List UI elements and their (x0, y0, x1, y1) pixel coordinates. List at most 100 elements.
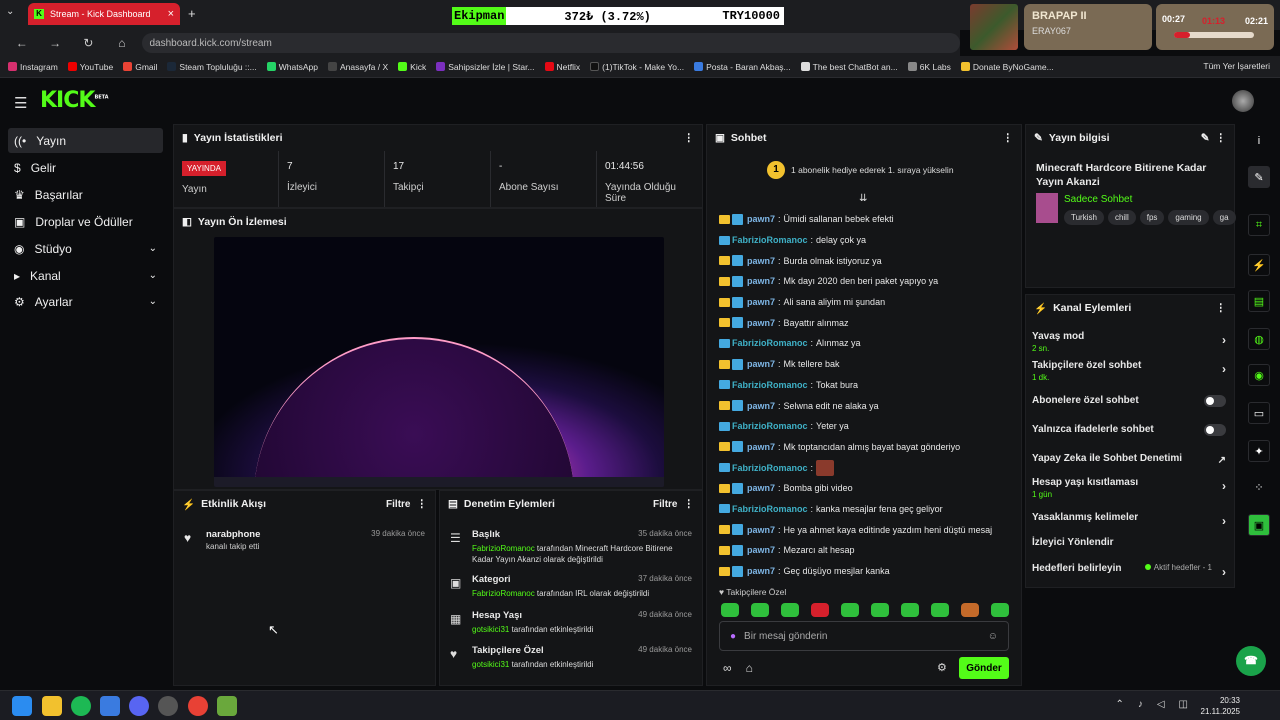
chat-settings-icon[interactable]: ⚙ (937, 661, 947, 674)
more-options-icon[interactable]: ⋮ (1003, 132, 1014, 144)
filter-button[interactable]: Filtre (653, 499, 677, 510)
obs-icon[interactable] (158, 696, 178, 716)
emote-icon[interactable] (781, 603, 799, 617)
more-options-icon[interactable]: ⋮ (684, 498, 695, 510)
more-options-icon[interactable]: ⋮ (684, 132, 695, 144)
bolt-icon[interactable]: ⚡ (1248, 254, 1270, 276)
sidebar-item-gelir[interactable]: $ Gelir (8, 155, 163, 180)
chat-username[interactable]: pawn7 (747, 256, 775, 266)
info-icon[interactable]: i (1248, 130, 1270, 152)
bookmark-item[interactable]: YouTube (67, 62, 113, 72)
spotify-icon[interactable] (71, 696, 91, 716)
emote-icon[interactable] (751, 603, 769, 617)
bookmark-item[interactable]: The best ChatBot an... (800, 62, 898, 72)
emote-icon[interactable] (811, 603, 829, 617)
chevron-up-icon[interactable]: ⌃ (1115, 699, 1123, 710)
tag[interactable]: gaming (1168, 210, 1209, 225)
redirect-viewers-row[interactable]: İzleyici Yönlendir (1032, 537, 1226, 548)
bookmark-item[interactable]: Kick (398, 62, 426, 72)
bookmark-item[interactable]: Sahipsizler İzle | Star... (436, 62, 535, 72)
reload-icon[interactable]: ↻ (77, 36, 100, 50)
subs-chat-row[interactable]: Abonelere özel sohbet (1032, 395, 1226, 407)
chat-username[interactable]: pawn7 (747, 359, 775, 369)
chat-username[interactable]: pawn7 (747, 545, 775, 555)
ai-moderation-row[interactable]: Yapay Zeka ile Sohbet Denetimi ↗ (1032, 453, 1226, 466)
chat-username[interactable]: pawn7 (747, 276, 775, 286)
minecraft-icon[interactable] (217, 696, 237, 716)
chat-username[interactable]: FabrizioRomanoc (732, 380, 808, 390)
sidebar-item-studyo[interactable]: ◉ Stüdyo ⌄ (8, 236, 163, 261)
wrench-icon[interactable]: ✦ (1248, 440, 1270, 462)
browser-tab[interactable]: K Stream - Kick Dashboard × (28, 3, 180, 25)
filter-button[interactable]: Filtre (386, 499, 410, 510)
new-tab-icon[interactable]: + (188, 6, 196, 21)
more-options-icon[interactable]: ⋮ (1216, 132, 1227, 144)
user-avatar[interactable] (1232, 90, 1254, 112)
chat-username[interactable]: FabrizioRomanoc (732, 235, 808, 245)
chat-username[interactable]: FabrizioRomanoc (732, 421, 808, 431)
apps-icon[interactable]: ⁘ (1248, 476, 1270, 498)
emote-chat-row[interactable]: Yalnızca ifadelerle sohbet (1032, 424, 1226, 436)
tab-search-icon[interactable]: ⌄ (6, 6, 14, 17)
account-age-row[interactable]: Hesap yaşı kısıtlaması 1 gün › (1032, 477, 1226, 499)
scroll-down-icon[interactable]: ⇊ (859, 193, 867, 204)
volume-icon[interactable]: ◁ (1157, 699, 1165, 710)
url-input[interactable]: dashboard.kick.com/stream (141, 33, 960, 53)
chat-username[interactable]: pawn7 (747, 525, 775, 535)
mic-icon[interactable]: ♪ (1138, 699, 1143, 710)
sidebar-item-droplar[interactable]: ▣ Droplar ve Ödüller (8, 209, 163, 234)
chat-username[interactable]: pawn7 (747, 297, 775, 307)
category-name[interactable]: Sadece Sohbet (1064, 194, 1132, 205)
broadcast-icon[interactable]: ◉ (1248, 364, 1270, 386)
help-icon[interactable]: ☎ (1236, 646, 1266, 676)
bookmark-item[interactable]: Netflix (544, 62, 580, 72)
menu-icon[interactable]: ☰ (14, 94, 27, 112)
emote-icon[interactable] (961, 603, 979, 617)
chat-username[interactable]: pawn7 (747, 318, 775, 328)
slow-mode-row[interactable]: Yavaş mod 2 sn. › (1032, 331, 1226, 353)
emote-icon[interactable] (901, 603, 919, 617)
bookmark-item[interactable]: (1)TikTok - Make Yo... (590, 62, 684, 72)
document-icon[interactable]: ▤ (1248, 290, 1270, 312)
edit-info-icon[interactable]: ✎ (1248, 166, 1270, 188)
tag[interactable]: fps (1139, 210, 1165, 225)
chat-username[interactable]: pawn7 (747, 401, 775, 411)
store-icon[interactable]: ⌂ (746, 661, 753, 675)
chat-icon[interactable]: ◍ (1248, 328, 1270, 350)
chat-username[interactable]: FabrizioRomanoc (732, 463, 808, 473)
emote-icon[interactable] (931, 603, 949, 617)
subs-chat-toggle[interactable] (1204, 395, 1226, 407)
app-icon[interactable] (100, 696, 120, 716)
clip-icon[interactable]: ⌗ (1248, 214, 1270, 236)
send-button[interactable]: Gönder (959, 657, 1009, 679)
stream-preview-video[interactable] (214, 237, 664, 487)
goals-row[interactable]: Hedefleri belirleyin Aktif hedefler - 1 › (1032, 563, 1226, 579)
emote-icon[interactable] (841, 603, 859, 617)
emote-icon[interactable] (721, 603, 739, 617)
chat-input[interactable]: ● Bir mesaj gönderin ☺ (719, 621, 1009, 651)
more-options-icon[interactable]: ⋮ (1216, 302, 1227, 314)
tag[interactable]: chill (1107, 210, 1136, 225)
banned-words-row[interactable]: Yasaklanmış kelimeler › (1032, 512, 1226, 528)
kick-points-icon[interactable]: ∞ (723, 661, 732, 675)
edit-icon[interactable]: ✎ (1201, 132, 1210, 144)
file-explorer-icon[interactable] (42, 696, 62, 716)
mic-icon[interactable]: ● (730, 631, 736, 642)
emote-chat-toggle[interactable] (1204, 424, 1226, 436)
sidebar-item-ayarlar[interactable]: ⚙ Ayarlar ⌄ (8, 289, 163, 314)
bookmark-item[interactable]: Anasayfa / X (327, 62, 388, 72)
bookmark-item[interactable]: Donate ByNoGame... (960, 62, 1054, 72)
back-icon[interactable]: ← (10, 36, 33, 50)
bookmark-item[interactable]: Instagram (8, 62, 58, 72)
emote-icon[interactable] (991, 603, 1009, 617)
bookmark-item[interactable]: Gmail (123, 62, 157, 72)
taskbar-clock[interactable]: 20:33 21.11.2025 (1201, 695, 1240, 717)
bookmark-item[interactable]: Steam Topluluğu ::... (167, 62, 257, 72)
tag[interactable]: ga (1212, 210, 1236, 225)
bookmark-item[interactable]: WhatsApp (266, 62, 318, 72)
tag[interactable]: Turkish (1064, 210, 1104, 225)
emoji-icon[interactable]: ☺ (988, 631, 998, 642)
network-icon[interactable]: ◫ (1179, 699, 1188, 710)
chat-username[interactable]: pawn7 (747, 214, 775, 224)
emote-icon[interactable] (871, 603, 889, 617)
